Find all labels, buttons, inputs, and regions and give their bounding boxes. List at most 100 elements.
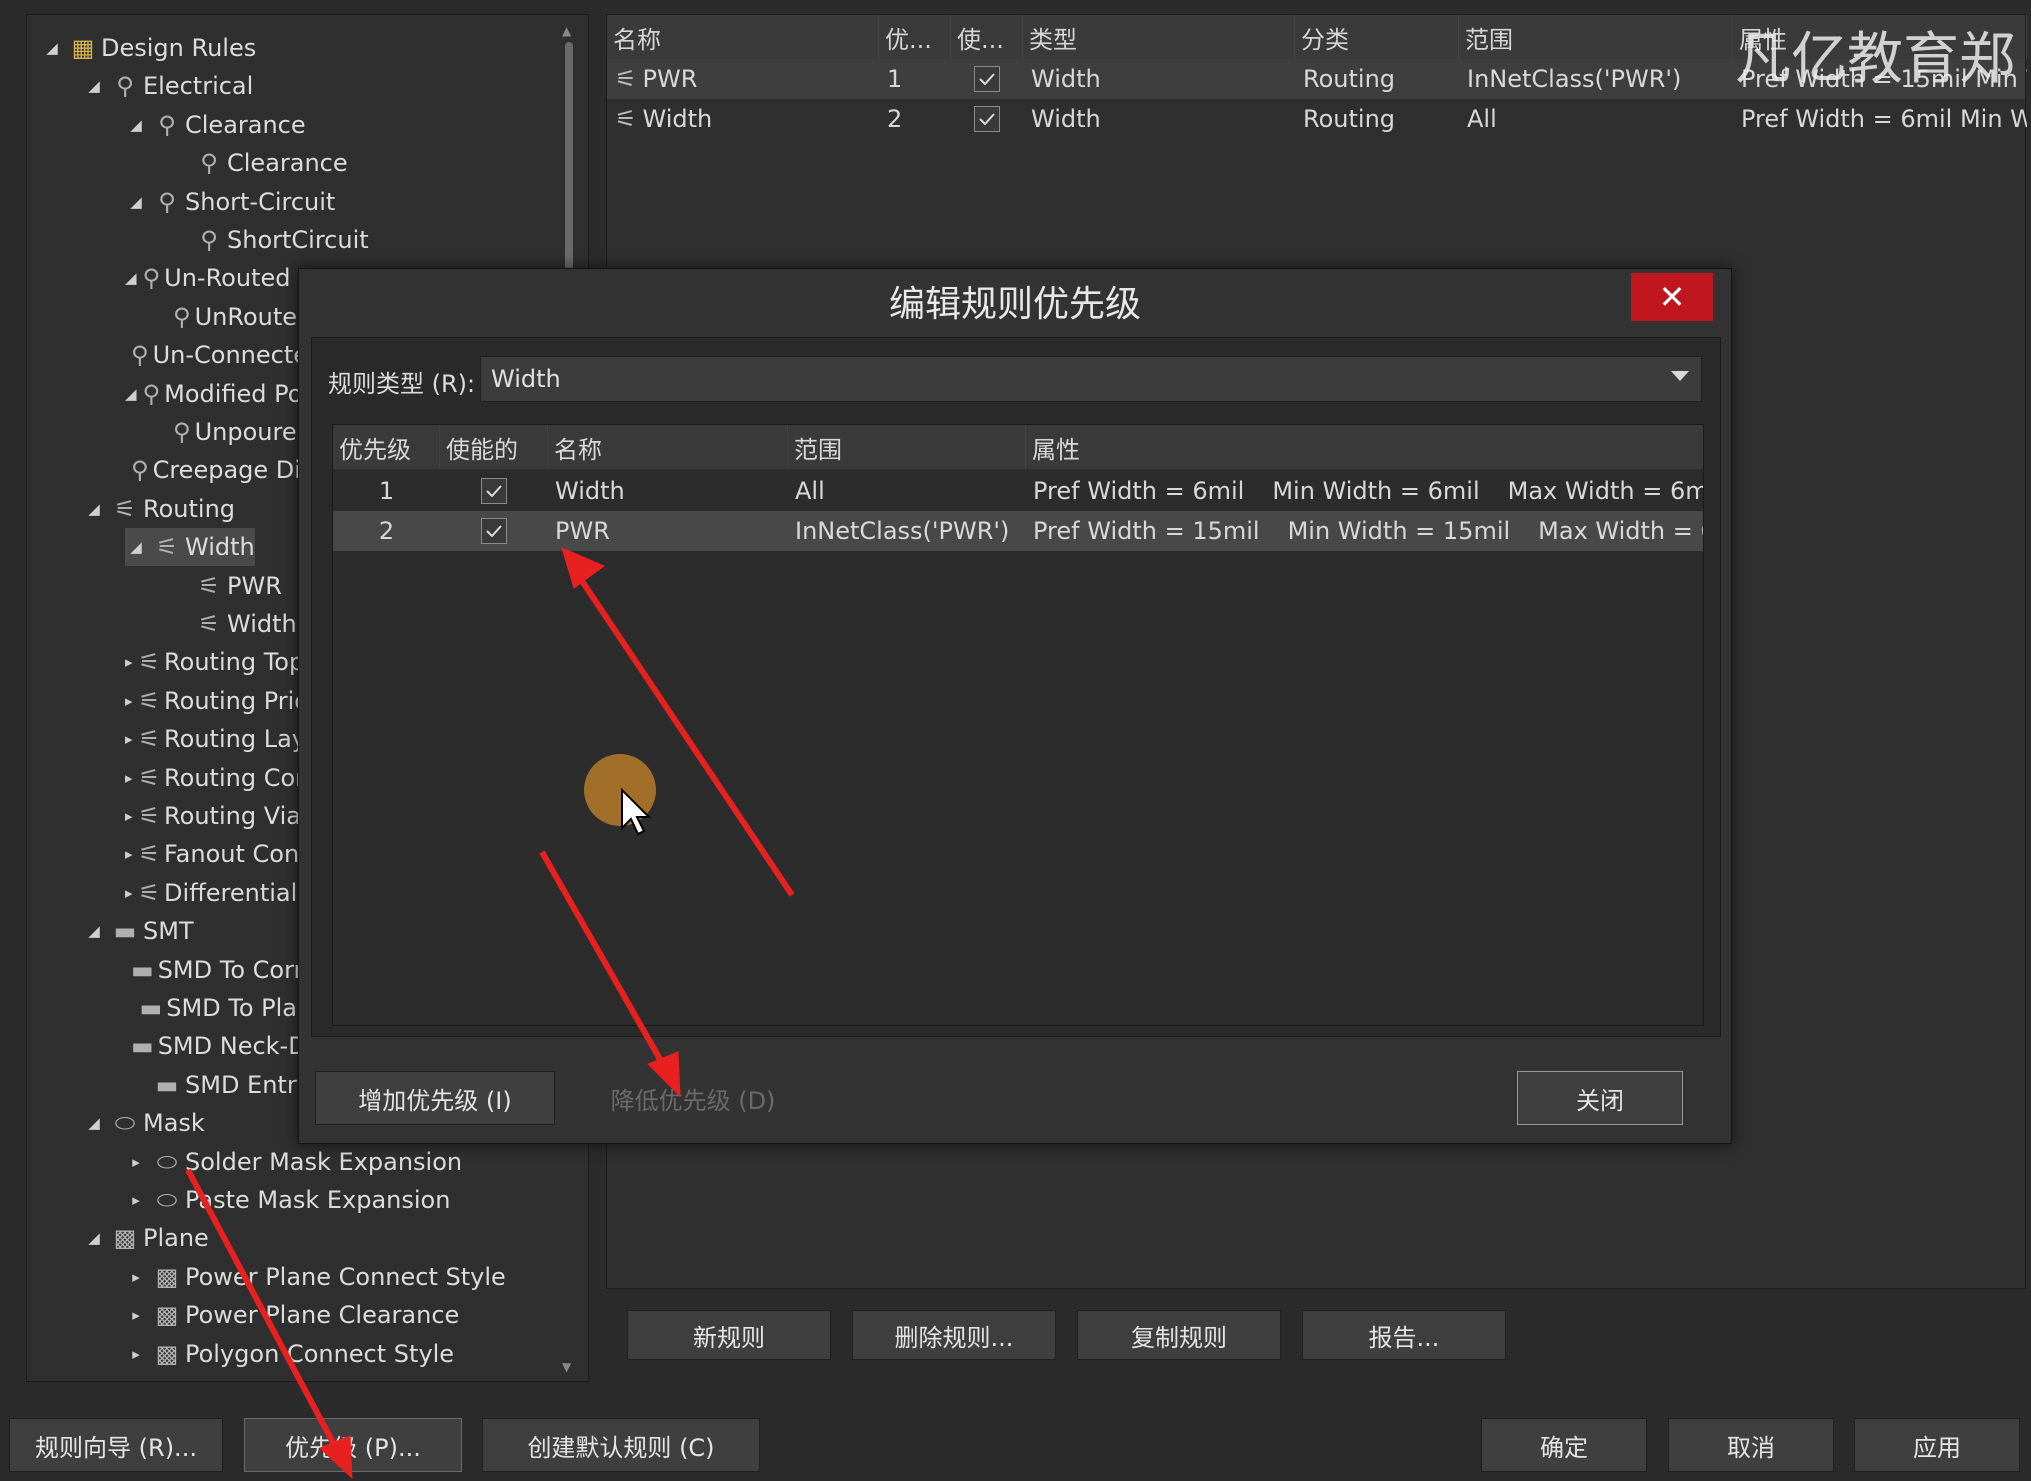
tree-item[interactable]: ⚲Un-Connected Pin	[125, 336, 327, 374]
tree-item[interactable]: ◢⚲Modified Polygon	[125, 375, 327, 413]
col-header-category[interactable]: 分类	[1295, 15, 1459, 59]
tree-item[interactable]: ⚲ Clearance	[167, 144, 347, 182]
tree-item[interactable]: ▸ ⬭ Paste Mask Expansion	[125, 1181, 450, 1219]
tree-item[interactable]: ▸ ▩ Power Plane Clearance	[125, 1296, 459, 1334]
tree-item[interactable]: ◢ ⚲ Short-Circuit	[125, 183, 335, 221]
expand-arrow-icon[interactable]: ◢	[125, 385, 137, 403]
tree-item[interactable]: ▸ ⬭ Solder Mask Expansion	[125, 1143, 462, 1181]
tree-item[interactable]: ⚲ ShortCircuit	[167, 221, 368, 259]
close-button[interactable]: 关闭	[1517, 1071, 1683, 1125]
col-header-scope[interactable]: 范围	[1459, 15, 1733, 59]
create-default-rules-button[interactable]: 创建默认规则 (C)	[482, 1418, 760, 1472]
rule-name: PWR	[642, 65, 698, 93]
collapse-arrow-icon[interactable]: ▸	[125, 1306, 147, 1324]
collapse-arrow-icon[interactable]: ▸	[125, 1345, 147, 1363]
tree-item[interactable]: ▸⚟Routing Corners	[125, 759, 327, 797]
collapse-arrow-icon[interactable]: ▸	[125, 845, 133, 863]
expand-arrow-icon[interactable]: ◢	[41, 39, 63, 57]
ok-button[interactable]: 确定	[1481, 1418, 1647, 1472]
tree-item[interactable]: ▸ ▩ Power Plane Connect Style	[125, 1258, 506, 1296]
collapse-arrow-icon[interactable]: ▸	[125, 730, 133, 748]
col-header-enabled[interactable]: 使...	[951, 15, 1023, 59]
expand-arrow-icon[interactable]: ◢	[83, 922, 105, 940]
tree-item[interactable]: ⚲Creepage Distance	[125, 451, 327, 489]
unrouted-net-icon: ⚲	[142, 264, 161, 293]
collapse-arrow-icon[interactable]: ▸	[125, 692, 133, 710]
collapse-arrow-icon[interactable]: ▸	[125, 1191, 147, 1209]
apply-button[interactable]: 应用	[1854, 1418, 2020, 1472]
priority-row[interactable]: 2 PWR InNetClass('PWR') Pref Width = 15m…	[333, 511, 1703, 551]
dialog-title: 编辑规则优先级	[888, 284, 1141, 325]
tree-item[interactable]: ◢ ⚟ Width	[125, 528, 255, 567]
collapse-arrow-icon[interactable]: ▸	[125, 653, 133, 671]
expand-arrow-icon[interactable]: ◢	[83, 500, 105, 518]
col-header-name[interactable]: 名称	[548, 425, 788, 469]
tree-item[interactable]: ◢ ⚲ Electrical	[83, 67, 253, 105]
rules-table-row[interactable]: ⚟ Width 2 Width Routing All Pref Width = …	[607, 99, 2027, 139]
col-header-priority[interactable]: 优先级	[333, 425, 440, 469]
col-header-name[interactable]: 名称	[607, 15, 879, 59]
tree-item[interactable]: ◢ ▩ Plane	[83, 1219, 209, 1257]
expand-arrow-icon[interactable]: ◢	[83, 1114, 105, 1132]
increase-priority-button[interactable]: 增加优先级 (I)	[315, 1071, 555, 1125]
scroll-up-icon[interactable]: ▲	[562, 24, 571, 38]
new-rule-button[interactable]: 新规则	[627, 1310, 831, 1360]
expand-arrow-icon[interactable]: ◢	[83, 1229, 105, 1247]
tree-item[interactable]: ▸⚟Routing Topology	[125, 643, 327, 681]
tree-item[interactable]: ◢ ▬ SMT	[83, 912, 194, 950]
cancel-button[interactable]: 取消	[1668, 1418, 1834, 1472]
tree-item[interactable]: ◢ ⬭ Mask	[83, 1104, 205, 1142]
tree-item-label: SMT	[143, 917, 194, 946]
col-header-priority[interactable]: 优...	[879, 15, 951, 59]
col-header-enabled[interactable]: 使能的	[440, 425, 548, 469]
duplicate-rule-button[interactable]: 复制规则	[1077, 1310, 1281, 1360]
short-circuit-icon: ⚲	[158, 187, 176, 216]
collapse-arrow-icon[interactable]: ▸	[125, 884, 133, 902]
tree-item-label: Mask	[143, 1109, 205, 1138]
priorities-button[interactable]: 优先级 (P)...	[244, 1418, 462, 1472]
report-button[interactable]: 报告...	[1302, 1310, 1506, 1360]
expand-arrow-icon[interactable]: ◢	[125, 193, 147, 211]
rule-enabled-checkbox[interactable]	[974, 66, 1000, 92]
tree-item[interactable]: ⚟ Width	[167, 605, 297, 643]
tree-item[interactable]: ◢ ⚲ Clearance	[125, 106, 305, 144]
expand-arrow-icon[interactable]: ◢	[125, 269, 137, 287]
tree-item[interactable]: ▬SMD Neck-Down	[125, 1027, 327, 1065]
tree-item[interactable]: ◢ ⚲ Un-Routed Net	[125, 259, 327, 297]
priority-row[interactable]: 1 Width All Pref Width = 6mil Min Width …	[333, 471, 1703, 511]
col-header-scope[interactable]: 范围	[788, 425, 1026, 469]
col-header-type[interactable]: 类型	[1023, 15, 1295, 59]
enabled-checkbox[interactable]	[481, 478, 507, 504]
rule-type-select[interactable]: Width	[480, 356, 1702, 402]
expand-arrow-icon[interactable]: ◢	[125, 538, 147, 556]
tree-item[interactable]: ▬ SMD To Corner	[125, 951, 327, 989]
tree-item[interactable]: ▸ ⚟ Fanout Control	[125, 835, 327, 873]
tree-item[interactable]: ▸ ▩ Polygon Connect Style	[125, 1335, 454, 1373]
collapse-arrow-icon[interactable]: ▸	[125, 769, 133, 787]
delete-rule-button[interactable]: 删除规则...	[852, 1310, 1056, 1360]
decrease-priority-button[interactable]: 降低优先级 (D)	[573, 1071, 813, 1125]
tree-item[interactable]: ▬ SMD Entry	[125, 1066, 327, 1104]
tree-item[interactable]: ▬ SMD To Plane	[125, 989, 327, 1027]
col-header-attributes[interactable]: 属性	[1026, 425, 1703, 469]
rule-type-label: 规则类型 (R):	[328, 370, 476, 398]
collapse-arrow-icon[interactable]: ▸	[125, 807, 133, 825]
close-icon[interactable]: ✕	[1631, 273, 1713, 321]
rule-enabled-checkbox[interactable]	[974, 106, 1000, 132]
tree-item[interactable]: ▸⚟Routing Via Style	[125, 797, 327, 835]
collapse-arrow-icon[interactable]: ▸	[125, 1268, 147, 1286]
tree-item[interactable]: ▸⚟Differential Pairs Routing	[125, 874, 327, 912]
smt-icon: ▬	[113, 917, 137, 946]
tree-item[interactable]: ⚟ PWR	[167, 567, 282, 605]
enabled-checkbox[interactable]	[481, 518, 507, 544]
collapse-arrow-icon[interactable]: ▸	[125, 1153, 147, 1171]
tree-item[interactable]: ▸ ⚟ Routing Layers	[125, 720, 327, 758]
tree-item[interactable]: ▸⚟Routing Priority	[125, 682, 327, 720]
tree-item[interactable]: ◢ ▦ Design Rules	[41, 29, 256, 67]
rule-wizard-button[interactable]: 规则向导 (R)...	[9, 1418, 223, 1472]
expand-arrow-icon[interactable]: ◢	[83, 77, 105, 95]
expand-arrow-icon[interactable]: ◢	[125, 116, 147, 134]
tree-item[interactable]: ◢ ⚟ Routing	[83, 490, 235, 528]
scroll-down-icon[interactable]: ▼	[562, 1360, 571, 1374]
tree-scroll-thumb[interactable]	[565, 42, 573, 292]
